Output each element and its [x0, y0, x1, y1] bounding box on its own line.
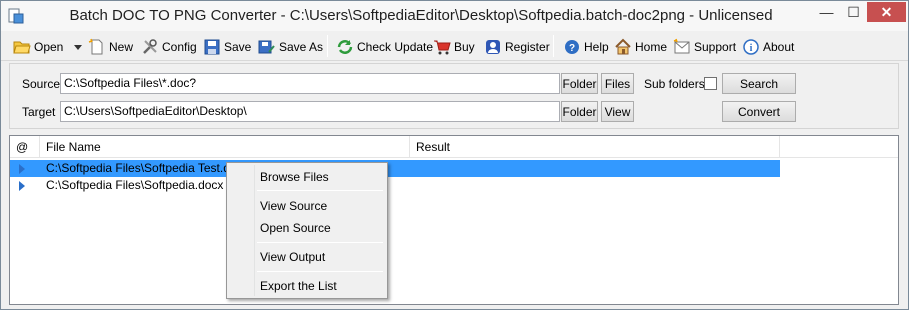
- save-as-label: Save As: [279, 40, 324, 54]
- target-view-button[interactable]: View: [601, 101, 634, 122]
- file-list[interactable]: @ File Name Result C:\Softpedia Files\So…: [9, 135, 899, 305]
- target-input[interactable]: C:\Users\SoftpediaEditor\Desktop\: [60, 101, 560, 122]
- new-label: New: [109, 40, 134, 54]
- subfolders-label: Sub folders: [644, 77, 705, 91]
- context-menu: Browse Files View Source Open Source Vie…: [226, 162, 388, 299]
- svg-text:?: ?: [569, 43, 575, 54]
- table-row[interactable]: C:\Softpedia Files\Softpedia.docx: [10, 177, 780, 194]
- row-status-arrow-icon: [19, 181, 25, 191]
- toolbar-separator: [553, 35, 554, 57]
- tools-icon: [143, 39, 157, 54]
- column-header-file-name[interactable]: File Name: [40, 136, 410, 158]
- register-button[interactable]: Register: [484, 36, 550, 58]
- chevron-down-icon: [74, 45, 82, 50]
- folder-open-icon: [13, 41, 31, 54]
- config-label: Config: [162, 40, 197, 54]
- check-update-label: Check Update: [357, 40, 434, 54]
- menu-item-open-source[interactable]: Open Source: [227, 217, 387, 239]
- buy-label: Buy: [454, 40, 475, 54]
- target-folder-button[interactable]: Folder: [561, 101, 598, 122]
- search-button[interactable]: Search: [722, 73, 796, 94]
- save-label: Save: [224, 40, 252, 54]
- buy-button[interactable]: Buy: [433, 36, 475, 58]
- row-status-arrow-icon: [19, 164, 25, 174]
- support-button[interactable]: Support: [673, 36, 736, 58]
- list-header: @ File Name Result: [10, 136, 898, 158]
- register-icon: [486, 40, 500, 54]
- home-button[interactable]: Home: [614, 36, 667, 58]
- check-update-button[interactable]: Check Update: [336, 36, 433, 58]
- save-button[interactable]: Save: [203, 36, 251, 58]
- about-button[interactable]: i About: [742, 36, 794, 58]
- home-icon: [615, 38, 631, 55]
- menu-separator: [257, 271, 383, 272]
- open-button[interactable]: Open: [13, 36, 63, 58]
- source-label: Source: [22, 77, 61, 91]
- maximize-button[interactable]: ☐: [840, 2, 867, 22]
- save-as-icon: [258, 40, 275, 54]
- column-header-status[interactable]: @: [10, 136, 40, 158]
- subfolders-checkbox[interactable]: [704, 77, 717, 90]
- menu-item-view-output[interactable]: View Output: [227, 246, 387, 268]
- row-file-name: C:\Softpedia Files\Softpedia.docx: [46, 178, 224, 192]
- new-file-icon: [88, 38, 103, 55]
- convert-button[interactable]: Convert: [722, 101, 796, 122]
- register-label: Register: [505, 40, 550, 54]
- column-header-result[interactable]: Result: [410, 136, 780, 158]
- source-folder-button[interactable]: Folder: [561, 73, 598, 94]
- help-icon: ?: [565, 40, 579, 54]
- menu-item-export-list[interactable]: Export the List: [227, 275, 387, 297]
- source-target-panel: Source C:\Softpedia Files\*.doc? Folder …: [9, 63, 899, 129]
- svg-text:i: i: [750, 43, 753, 54]
- shopping-cart-icon: [434, 40, 451, 55]
- app-window: Batch DOC TO PNG Converter - C:\Users\So…: [0, 0, 909, 310]
- source-files-button[interactable]: Files: [601, 73, 634, 94]
- window-title: Batch DOC TO PNG Converter - C:\Users\So…: [69, 7, 773, 24]
- open-dropdown[interactable]: [73, 36, 86, 58]
- toolbar: Open New Config Save Save As Check Updat…: [1, 31, 908, 61]
- refresh-icon: [337, 40, 353, 54]
- open-label: Open: [34, 40, 64, 54]
- menu-item-view-source[interactable]: View Source: [227, 195, 387, 217]
- target-label: Target: [22, 105, 56, 119]
- menu-separator: [257, 242, 383, 243]
- support-label: Support: [694, 40, 737, 54]
- support-icon: [673, 38, 690, 54]
- help-button[interactable]: ? Help: [563, 36, 609, 58]
- home-label: Home: [635, 40, 668, 54]
- info-icon: i: [743, 39, 759, 55]
- floppy-disk-icon: [204, 39, 220, 55]
- close-button[interactable]: ✕: [867, 2, 906, 22]
- config-button[interactable]: Config: [141, 36, 197, 58]
- title-bar: Batch DOC TO PNG Converter - C:\Users\So…: [1, 1, 908, 31]
- save-as-button[interactable]: Save As: [258, 36, 323, 58]
- menu-separator: [257, 190, 383, 191]
- help-label: Help: [584, 40, 609, 54]
- minimize-button[interactable]: —: [813, 2, 840, 22]
- about-label: About: [763, 40, 795, 54]
- source-input[interactable]: C:\Softpedia Files\*.doc?: [60, 73, 560, 94]
- new-button[interactable]: New: [88, 36, 133, 58]
- table-row[interactable]: C:\Softpedia Files\Softpedia Test.docx: [10, 160, 780, 177]
- row-file-name: C:\Softpedia Files\Softpedia Test.docx: [46, 161, 249, 175]
- menu-item-browse-files[interactable]: Browse Files: [227, 166, 387, 188]
- toolbar-separator: [327, 35, 328, 57]
